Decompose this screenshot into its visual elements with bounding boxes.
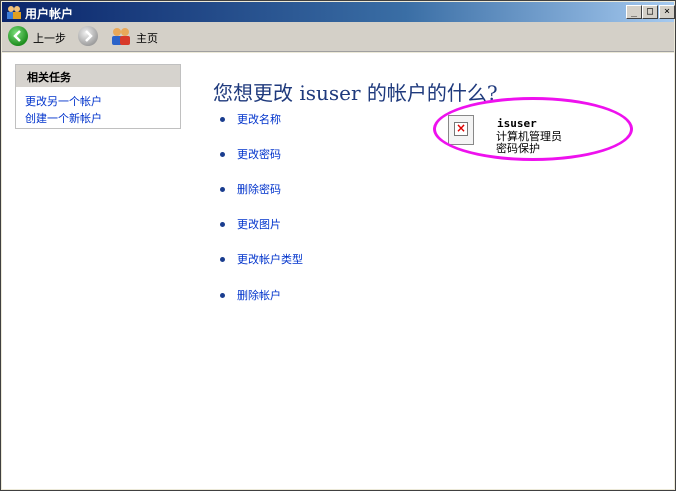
users-home-icon[interactable] [110,26,132,46]
task-remove-password[interactable]: 删除密码 [220,181,281,197]
close-button[interactable]: × [659,5,675,19]
bullet-icon [220,292,225,298]
user-accounts-window: 用户帐户 _ □ × 上一步 主页 相关任务 更改另一个帐户 创建一个新帐户 您… [0,0,676,491]
task-link[interactable]: 更改图片 [237,218,281,231]
task-change-picture[interactable]: 更改图片 [220,216,281,232]
task-link[interactable]: 更改帐户类型 [237,253,303,266]
task-change-password[interactable]: 更改密码 [220,146,281,162]
task-change-account-type[interactable]: 更改帐户类型 [220,251,303,267]
maximize-button[interactable]: □ [642,5,658,19]
account-card: × isuser 计算机管理员 密码保护 [448,115,648,165]
task-change-name[interactable]: 更改名称 [220,111,281,127]
user-accounts-icon [7,6,21,19]
window-title: 用户帐户 [25,7,74,21]
broken-image-icon: × [454,121,468,136]
change-another-account-link[interactable]: 更改另一个帐户 [25,93,102,109]
back-arrow-icon[interactable] [8,26,28,46]
forward-arrow-icon[interactable] [78,26,98,46]
bullet-icon [220,256,225,262]
create-new-account-link[interactable]: 创建一个新帐户 [25,110,102,126]
task-link[interactable]: 删除密码 [237,183,281,196]
password-status: 密码保护 [496,142,540,155]
related-tasks-panel: 相关任务 更改另一个帐户 创建一个新帐户 [15,64,181,129]
bullet-icon [220,221,225,227]
bullet-icon [220,186,225,192]
bullet-icon [220,116,225,122]
home-button-label[interactable]: 主页 [136,30,158,46]
bullet-icon [220,151,225,157]
back-button-label[interactable]: 上一步 [33,30,66,46]
account-picture: × [448,115,474,145]
task-link[interactable]: 更改名称 [237,113,281,126]
related-tasks-header: 相关任务 [16,65,180,87]
minimize-button[interactable]: _ [626,5,642,19]
title-bar: 用户帐户 _ □ × [2,2,675,22]
task-delete-account[interactable]: 删除帐户 [220,287,281,303]
page-title: 您想更改 isuser 的帐户的什么? [213,81,498,105]
task-link[interactable]: 删除帐户 [237,289,281,302]
toolbar: 上一步 主页 [2,22,674,52]
task-link[interactable]: 更改密码 [237,148,281,161]
content-pane: 相关任务 更改另一个帐户 创建一个新帐户 您想更改 isuser 的帐户的什么?… [2,53,674,489]
